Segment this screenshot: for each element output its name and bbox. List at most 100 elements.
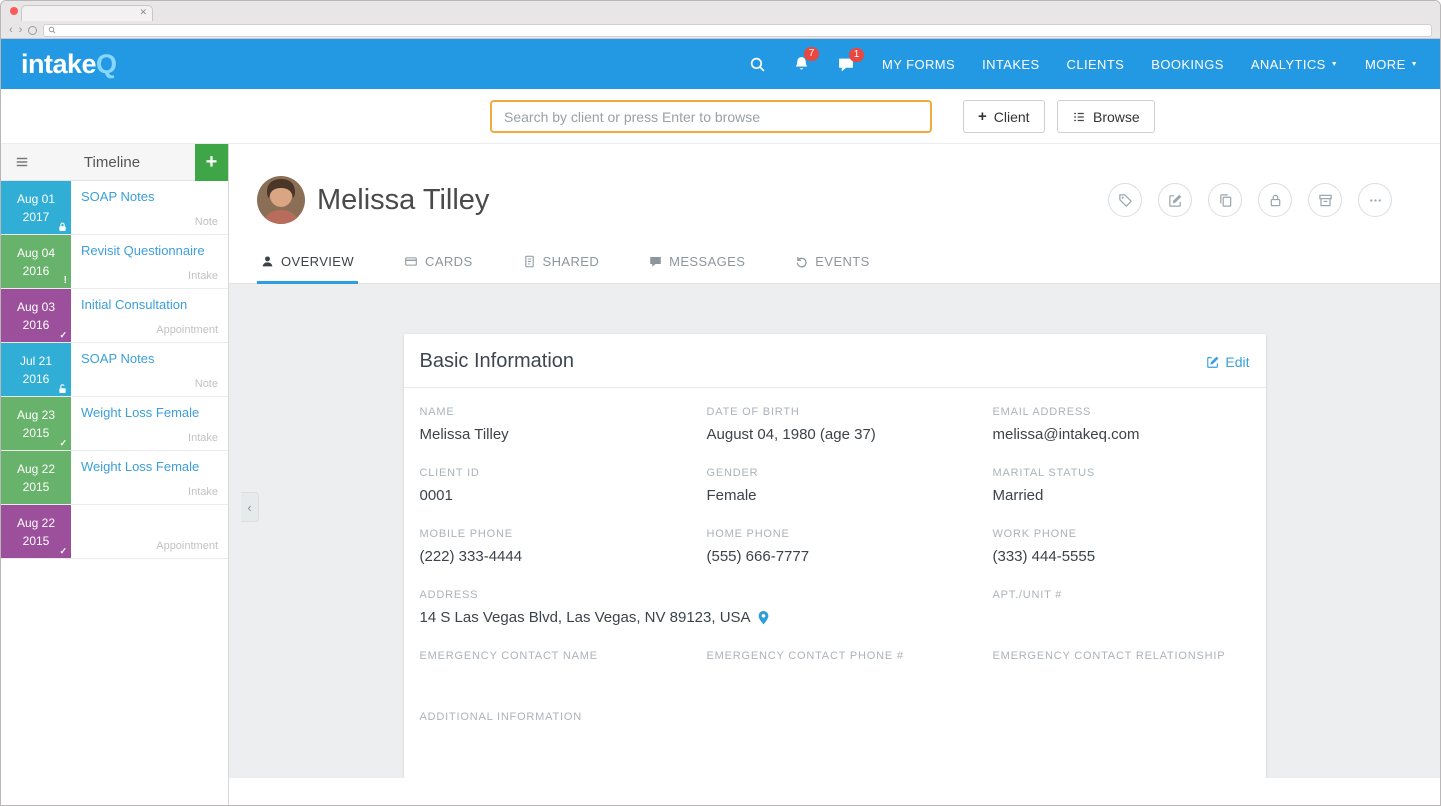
lock-button[interactable] — [1258, 183, 1292, 217]
messages-chat-icon[interactable]: 1 — [837, 56, 855, 73]
client-avatar[interactable] — [257, 176, 305, 224]
timeline-item[interactable]: Aug 232015 ✓ Weight Loss Female Intake — [1, 397, 228, 451]
field-address: ADDRESS 14 S Las Vegas Blvd, Las Vegas, … — [420, 589, 993, 626]
edit-button[interactable] — [1158, 183, 1192, 217]
field-home-phone: HOME PHONE (555) 666-7777 — [707, 528, 993, 565]
field-client-id: CLIENT ID 0001 — [420, 467, 707, 504]
timeline-item[interactable]: Aug 032016 ✓ Initial Consultation Appoin… — [1, 289, 228, 343]
nav-bookings[interactable]: BOOKINGS — [1151, 57, 1224, 72]
card-title: Basic Information — [420, 350, 575, 373]
client-search-input[interactable] — [490, 100, 932, 133]
tab-close-icon[interactable]: ✕ — [139, 7, 147, 18]
client-detail-panel: ‹ Melissa Tilley — [229, 144, 1440, 806]
timeline-item-type: Intake — [188, 432, 218, 444]
add-timeline-item-button[interactable]: + — [195, 144, 228, 181]
nav-analytics[interactable]: ANALYTICS▼ — [1251, 57, 1338, 72]
field-date-of-birth: DATE OF BIRTH August 04, 1980 (age 37) — [707, 406, 993, 443]
nav-clients[interactable]: CLIENTS — [1067, 57, 1125, 72]
archive-button[interactable] — [1308, 183, 1342, 217]
nav-my-forms[interactable]: MY FORMS — [882, 57, 955, 72]
lock-icon — [58, 222, 67, 232]
timeline-item-type: Note — [195, 378, 218, 390]
edit-icon — [1206, 355, 1220, 369]
nav-more[interactable]: MORE▼ — [1365, 57, 1418, 72]
timeline-item-type: Intake — [188, 486, 218, 498]
tab-events[interactable]: EVENTS — [791, 254, 873, 284]
nav-intakes[interactable]: INTAKES — [982, 57, 1039, 72]
collapse-sidebar-handle[interactable]: ‹ — [241, 492, 259, 522]
add-client-button[interactable]: + Client — [963, 100, 1045, 133]
timeline-item-type: Appointment — [156, 324, 218, 336]
timeline-item[interactable]: Aug 042016 ! Revisit Questionnaire Intak… — [1, 235, 228, 289]
menu-icon[interactable] — [1, 155, 29, 169]
tag-icon — [1118, 193, 1133, 208]
timeline-item-title[interactable]: SOAP Notes — [81, 351, 218, 367]
tab-cards[interactable]: CARDS — [400, 254, 477, 284]
unlock-icon — [58, 384, 67, 394]
tab-messages[interactable]: MESSAGES — [645, 254, 749, 284]
timeline-item-title[interactable]: SOAP Notes — [81, 189, 218, 205]
timeline-date-block: Aug 222015 — [1, 451, 71, 504]
map-pin-icon[interactable] — [757, 610, 770, 625]
field-apt-unit: APT./UNIT # — [993, 589, 1250, 626]
browser-tab[interactable]: ✕ — [21, 5, 153, 21]
search-icon — [48, 26, 56, 34]
messages-badge: 1 — [849, 48, 864, 62]
tag-button[interactable] — [1108, 183, 1142, 217]
timeline-item-title[interactable]: Weight Loss Female — [81, 405, 218, 421]
timeline-date-block: Aug 032016 ✓ — [1, 289, 71, 342]
copy-button[interactable] — [1208, 183, 1242, 217]
field-work-phone: WORK PHONE (333) 444-5555 — [993, 528, 1250, 565]
browser-back-icon[interactable]: ‹ — [9, 25, 13, 36]
timeline-date-block: Aug 042016 ! — [1, 235, 71, 288]
search-icon[interactable] — [749, 56, 766, 73]
exclamation-icon: ! — [64, 276, 67, 286]
speech-bubble-icon — [649, 255, 662, 268]
lock-icon — [1268, 193, 1283, 208]
browser-reload-icon[interactable] — [28, 26, 37, 35]
person-icon — [261, 255, 274, 268]
timeline-item-title[interactable]: Weight Loss Female — [81, 459, 218, 475]
client-overview-panel: Basic Information Edit NAME Melissa Till… — [229, 284, 1440, 778]
field-marital-status: MARITAL STATUS Married — [993, 467, 1250, 504]
timeline-date-block: Aug 222015 ✓ — [1, 505, 71, 558]
ellipsis-icon — [1368, 193, 1383, 208]
client-tabs: OVERVIEW CARDS SHARED MESSAGES EVENTS — [229, 254, 1440, 284]
more-button[interactable] — [1358, 183, 1392, 217]
timeline-item[interactable]: Jul 212016 SOAP Notes Note — [1, 343, 228, 397]
close-window-button[interactable] — [10, 7, 18, 15]
client-name: Melissa Tilley — [317, 184, 489, 217]
edit-icon — [1168, 193, 1183, 208]
app-navbar: intakeQ 7 1 MY FORMS INTAKES CLIENTS BOO… — [1, 39, 1440, 89]
timeline-item-title[interactable]: Initial Consultation — [81, 297, 218, 313]
timeline-item[interactable]: Aug 222015 ✓ Appointment — [1, 505, 228, 559]
chevron-down-icon: ▼ — [1331, 61, 1338, 68]
list-icon — [1072, 110, 1086, 124]
timeline-item-type: Intake — [188, 270, 218, 282]
address-bar-input[interactable] — [43, 24, 1432, 37]
field-additional-information: ADDITIONAL INFORMATION — [420, 711, 1250, 748]
browse-button[interactable]: Browse — [1057, 100, 1155, 133]
timeline-item[interactable]: Aug 222015 Weight Loss Female Intake — [1, 451, 228, 505]
browser-forward-icon[interactable]: › — [19, 25, 23, 36]
tab-overview[interactable]: OVERVIEW — [257, 254, 358, 284]
timeline-item-title[interactable]: Revisit Questionnaire — [81, 243, 218, 259]
timeline-item-type: Appointment — [156, 540, 218, 552]
timeline-item[interactable]: Aug 012017 SOAP Notes Note — [1, 181, 228, 235]
field-emergency-contact-name: EMERGENCY CONTACT NAME — [420, 650, 707, 687]
intakeq-logo[interactable]: intakeQ — [21, 49, 117, 80]
notifications-badge: 7 — [804, 47, 819, 61]
basic-information-card: Basic Information Edit NAME Melissa Till… — [404, 334, 1266, 778]
field-mobile-phone: MOBILE PHONE (222) 333-4444 — [420, 528, 707, 565]
field-emergency-contact-relationship: EMERGENCY CONTACT RELATIONSHIP — [993, 650, 1250, 687]
card-icon — [404, 255, 418, 268]
timeline-date-block: Aug 012017 — [1, 181, 71, 234]
notifications-bell-icon[interactable]: 7 — [793, 55, 810, 73]
browser-window: ✕ ‹ › intakeQ 7 1 MY FORMS — [0, 0, 1441, 806]
edit-basic-info-link[interactable]: Edit — [1206, 354, 1249, 370]
plus-icon: + — [978, 109, 987, 124]
document-icon — [523, 255, 536, 268]
tab-shared[interactable]: SHARED — [519, 254, 604, 284]
timeline-date-block: Aug 232015 ✓ — [1, 397, 71, 450]
field-email-address: EMAIL ADDRESS melissa@intakeq.com — [993, 406, 1250, 443]
